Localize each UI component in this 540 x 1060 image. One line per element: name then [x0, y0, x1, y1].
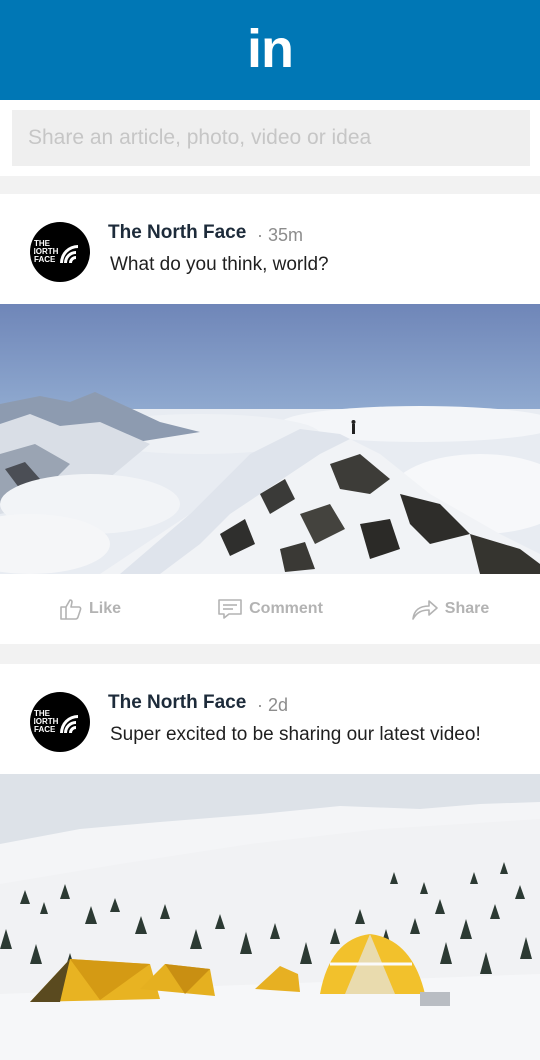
post-time: · 2d [257, 695, 289, 715]
north-face-logo-icon: THE NORTH FACE [34, 239, 78, 264]
app-header: in [0, 0, 540, 100]
like-label: Like [88, 600, 121, 617]
share-label: Share [444, 600, 490, 617]
post-time: · 35m [257, 225, 304, 245]
share-button[interactable]: Share [360, 597, 540, 621]
post-author[interactable]: The North Face [108, 222, 246, 244]
logo-text-face: FACE [34, 255, 56, 264]
north-face-logo-icon: THE NORTH FACE [34, 709, 78, 734]
feed-post: THE NORTH FACE The North Face · 35m What… [0, 194, 540, 644]
composer-bar [0, 100, 540, 176]
feed-post: THE NORTH FACE The North Face · 2d Super… [0, 664, 540, 1060]
thumbs-up-icon [60, 599, 82, 620]
post-message: What do you think, world? [110, 254, 329, 275]
post-photo[interactable] [0, 304, 540, 574]
post-header: THE NORTH FACE The North Face · 2d Super… [0, 664, 540, 774]
comment-icon [218, 599, 242, 619]
post-author[interactable]: The North Face [108, 692, 246, 714]
comment-button[interactable]: Comment [180, 597, 360, 621]
post-photo[interactable] [0, 774, 540, 1060]
post-actions: Like Comment Share [0, 574, 540, 644]
linkedin-logo[interactable]: in [247, 22, 294, 76]
avatar[interactable]: THE NORTH FACE [30, 222, 90, 282]
comment-label: Comment [249, 600, 323, 617]
share-input[interactable] [12, 110, 530, 166]
like-button[interactable]: Like [0, 597, 180, 621]
post-message: Super excited to be sharing our latest v… [110, 724, 481, 745]
share-arrow-icon [411, 600, 438, 620]
logo-text-face: FACE [34, 725, 56, 734]
avatar[interactable]: THE NORTH FACE [30, 692, 90, 752]
post-header: THE NORTH FACE The North Face · 35m What… [0, 194, 540, 304]
